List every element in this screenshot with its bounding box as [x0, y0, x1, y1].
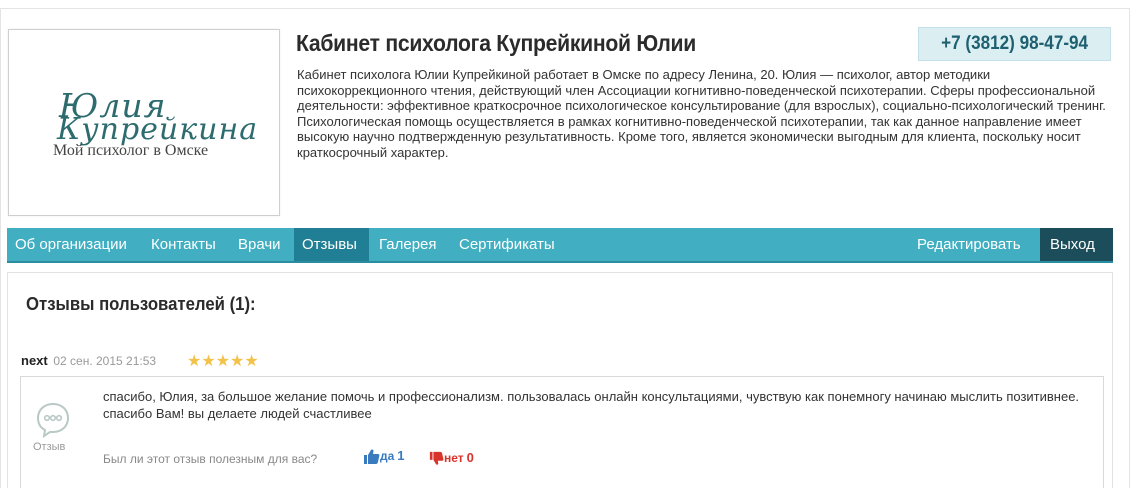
thumbs-down-icon	[429, 452, 444, 466]
nav-item-about[interactable]: Об организации	[7, 228, 135, 261]
logo-subtitle: Мой психолог в Омске	[53, 142, 209, 159]
phone-number: +7 (3812) 98-47-94	[941, 33, 1088, 54]
helpful-no-count: 0	[466, 450, 474, 465]
organization-description: Кабинет психолога Юлии Купрейкиной работ…	[297, 67, 1106, 160]
review-author[interactable]: next	[21, 353, 48, 368]
helpful-no-button[interactable]: нет 0	[429, 450, 474, 467]
rating-stars: ★★★★★	[187, 353, 259, 370]
nav-item-contacts[interactable]: Контакты	[143, 228, 224, 261]
helpful-no-label: нет	[444, 451, 464, 465]
helpful-question: Был ли этот отзыв полезным для вас?	[103, 452, 318, 466]
edit-button[interactable]: Редактировать	[909, 228, 1029, 261]
page: Юлия Купрейкина Мой психолог в Омске Каб…	[0, 0, 1147, 488]
reviews-heading: Отзывы пользователей (1):	[26, 294, 256, 314]
review-meta: next 02 сен. 2015 21:53	[21, 353, 156, 368]
main-nav: Об организации Контакты Врачи Отзывы Гал…	[7, 228, 1113, 263]
review-icon-label: Отзыв	[33, 441, 66, 453]
nav-item-doctors[interactable]: Врачи	[230, 228, 289, 261]
nav-item-certificates[interactable]: Сертификаты	[451, 228, 563, 261]
review-text: спасибо, Юлия, за большое желание помочь…	[103, 389, 1080, 421]
helpful-yes-count: 1	[397, 448, 405, 463]
page-title: Кабинет психолога Купрейкиной Юлии	[296, 30, 697, 56]
review-date: 02 сен. 2015 21:53	[53, 354, 157, 368]
phone-badge[interactable]: +7 (3812) 98-47-94	[918, 27, 1111, 61]
nav-item-reviews[interactable]: Отзывы	[294, 228, 369, 261]
helpful-yes-label: да	[380, 449, 395, 463]
helpful-yes-button[interactable]: да 1	[363, 448, 405, 465]
nav-item-gallery[interactable]: Галерея	[370, 228, 446, 261]
logo[interactable]: Юлия Купрейкина Мой психолог в Омске	[8, 29, 280, 216]
logout-button[interactable]: Выход	[1040, 228, 1113, 261]
chat-bubble-icon	[36, 402, 70, 438]
thumbs-up-icon	[364, 449, 380, 465]
